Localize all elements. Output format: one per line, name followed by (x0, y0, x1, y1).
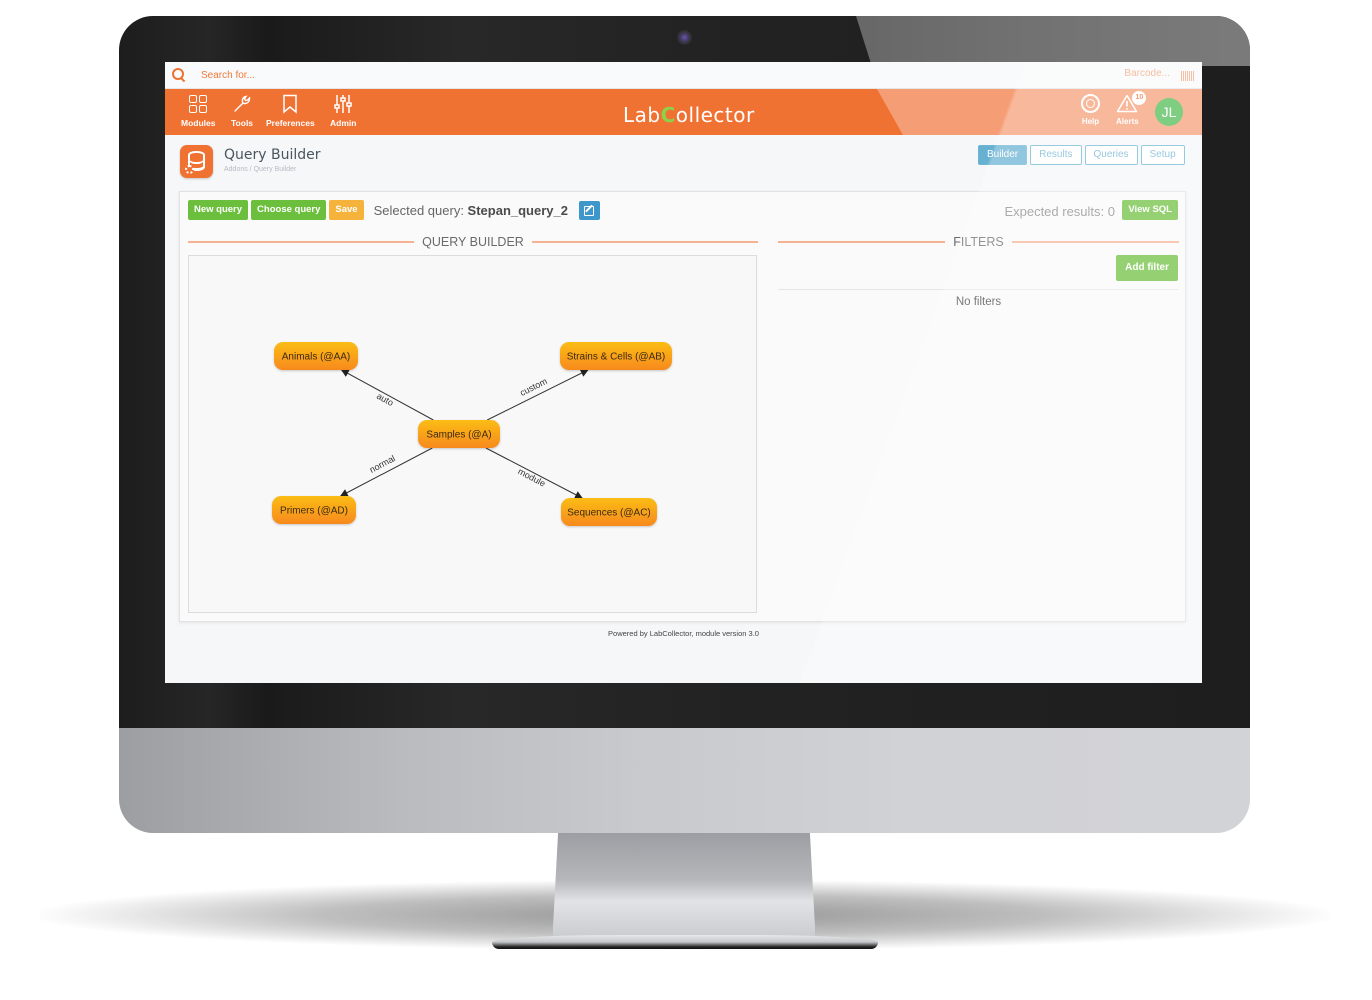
divider (1011, 241, 1180, 243)
tab-queries[interactable]: Queries (1084, 145, 1138, 165)
lifebuoy-icon (1081, 94, 1100, 113)
graph-edge-label: module (516, 466, 547, 488)
divider (531, 241, 758, 243)
add-filter-button[interactable]: Add filter (1116, 255, 1178, 281)
microscope-icon: C (660, 103, 676, 127)
app-logo[interactable]: LabCollector (623, 103, 755, 127)
alert-icon: 10 (1116, 91, 1147, 113)
query-graph-canvas[interactable]: auto custom module normal Samples (@A) Anima… (188, 255, 757, 613)
tab-builder[interactable]: Builder (978, 145, 1028, 165)
graph-edge-label: custom (518, 376, 548, 398)
header-right-panel (877, 89, 1202, 135)
help-button[interactable]: Help (1081, 94, 1100, 126)
search-input[interactable] (201, 69, 501, 81)
camera-icon (677, 30, 692, 45)
nav-tools[interactable]: Tools (231, 93, 253, 133)
sliders-icon (334, 95, 352, 113)
bezel-glare (856, 16, 1250, 66)
query-builder-header: QUERY BUILDER (188, 234, 758, 250)
selected-query-label: Selected query: (373, 202, 468, 218)
selected-query-value: Stepan_query_2 (467, 202, 568, 218)
view-sql-button[interactable]: View SQL (1122, 200, 1178, 220)
choose-query-button[interactable]: Choose query (251, 200, 327, 220)
nav-tools-label: Tools (231, 118, 254, 128)
help-label: Help (1081, 117, 1100, 126)
filters-header: FILTERS (778, 234, 1180, 250)
footer-text: Powered by LabCollector, module version … (608, 629, 759, 638)
nav-modules-label: Modules (181, 118, 216, 128)
barcode-icon[interactable] (1181, 71, 1194, 81)
graph-node-ab[interactable]: Strains & Cells (@AB) (560, 342, 672, 370)
divider (778, 289, 1179, 290)
nav-preferences-label: Preferences (266, 118, 315, 128)
alerts-button[interactable]: 10 Alerts (1116, 91, 1147, 126)
nav-admin-label: Admin (330, 118, 357, 128)
new-query-button[interactable]: New query (188, 200, 249, 220)
barcode-input[interactable] (1090, 68, 1170, 79)
view-tabs: Builder Results Queries Setup (978, 145, 1185, 165)
filters-title: FILTERS (953, 235, 1004, 249)
graph-node-aa[interactable]: Animals (@AA) (274, 342, 358, 370)
query-graph[interactable]: auto custom module normal Samples (@A) Anima… (189, 256, 755, 611)
monitor-stand-base (492, 935, 878, 949)
graph-node-label: Animals (@AA) (282, 352, 351, 363)
monitor-stand (553, 830, 815, 940)
query-panel: New query Choose query Save Selected que… (179, 191, 1186, 622)
graph-edge-label: normal (368, 453, 397, 475)
screen: Modules Tools Preferences (165, 62, 1202, 683)
graph-node-label: Strains & Cells (@AB) (567, 352, 666, 363)
search-bar (165, 62, 1202, 89)
edit-icon[interactable] (578, 200, 600, 220)
selected-query: Selected query: Stepan_query_2 (374, 203, 568, 218)
alerts-label: Alerts (1116, 117, 1139, 126)
nav-admin[interactable]: Admin (330, 93, 356, 133)
no-filters-text: No filters (955, 296, 1002, 308)
bookmark-icon (283, 94, 298, 114)
query-toolbar: New query Choose query Save Selected que… (188, 200, 600, 220)
graph-node-label: Samples (@A) (426, 430, 491, 441)
graph-node-a[interactable]: Samples (@A) (418, 420, 500, 448)
graph-edge-label: auto (375, 391, 395, 408)
nav-modules[interactable]: Modules (181, 93, 215, 133)
graph-node-label: Sequences (@AC) (567, 508, 651, 519)
database-gear-icon (180, 145, 213, 178)
nav-preferences[interactable]: Preferences (266, 93, 315, 133)
page-title: Query Builder (224, 147, 321, 163)
graph-node-ac[interactable]: Sequences (@AC) (561, 498, 657, 526)
save-button[interactable]: Save (329, 200, 364, 220)
app-header: Modules Tools Preferences Admin LabColle… (165, 89, 1202, 135)
graph-node-label: Primers (@AD) (280, 506, 348, 517)
breadcrumb: Addons / Query Builder (224, 166, 297, 173)
divider (778, 241, 946, 243)
tab-setup[interactable]: Setup (1140, 145, 1185, 165)
user-avatar[interactable]: JL (1155, 98, 1183, 126)
expected-results: Expected results: 0 (1004, 204, 1115, 219)
query-builder-title: QUERY BUILDER (422, 235, 524, 249)
search-icon[interactable] (172, 68, 186, 82)
wrench-icon (234, 95, 251, 112)
divider (188, 241, 415, 243)
graph-edge-custom[interactable] (486, 369, 589, 421)
tab-results[interactable]: Results (1030, 145, 1082, 165)
graph-node-ad[interactable]: Primers (@AD) (272, 496, 356, 524)
monitor-chin (119, 725, 1250, 833)
grid-icon (189, 95, 208, 113)
